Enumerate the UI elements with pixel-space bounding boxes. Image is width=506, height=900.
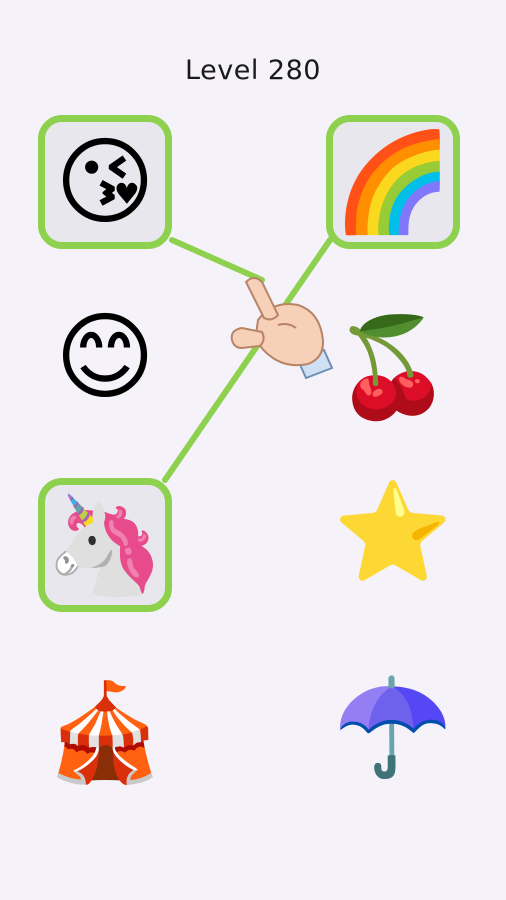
tile-left-3[interactable]: 🦄 [38,478,172,612]
tile-right-1[interactable]: 🌈 [326,115,460,249]
tile-left-4[interactable]: 🎪 [38,665,172,799]
umbrella-icon: ☂️ [333,671,453,783]
cherries-icon: 🍒 [333,311,453,423]
tile-right-4[interactable]: ☂️ [326,660,460,794]
pointing-hand-icon [230,277,334,380]
level-title: Level 280 [185,55,321,86]
smiling-face-icon: 😊 [54,301,156,413]
circus-tent-icon: 🎪 [45,676,165,788]
rainbow-icon: 🌈 [333,126,453,238]
tile-left-2[interactable]: 😊 [38,290,172,424]
tile-right-3[interactable]: ⭐ [326,465,460,599]
tile-left-1[interactable]: 😘 [38,115,172,249]
tile-right-2[interactable]: 🍒 [326,300,460,434]
star-icon: ⭐ [333,476,453,588]
kissing-winking-face-icon: 😘 [54,126,156,238]
unicorn-icon: 🦄 [45,489,165,601]
